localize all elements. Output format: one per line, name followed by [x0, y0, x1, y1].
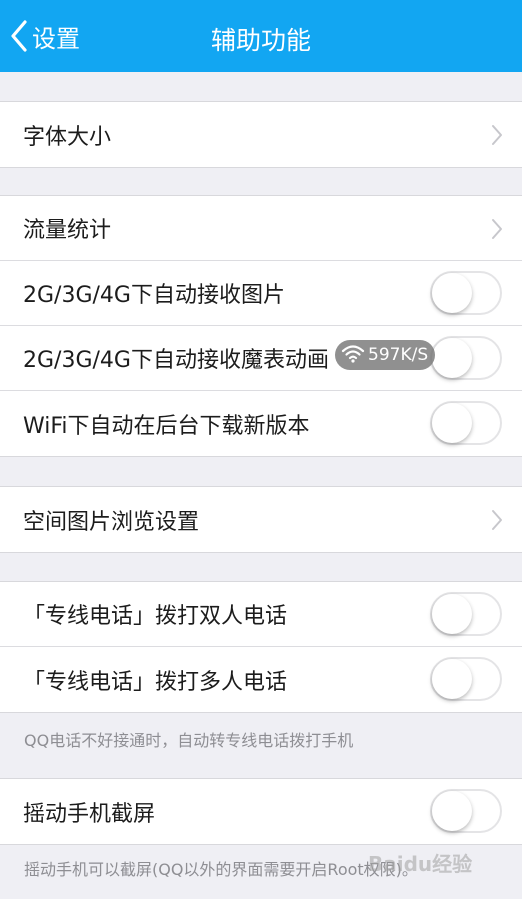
row-multi-person-call: 「专线电话」拨打多人电话 [0, 647, 522, 712]
row-wifi-auto-download: WiFi下自动在后台下载新版本 [0, 391, 522, 456]
row-label: 2G/3G/4G下自动接收图片 [23, 283, 285, 308]
toggle-knob [432, 338, 472, 378]
section-data: 流量统计 2G/3G/4G下自动接收图片 2G/3G/4G下自动接收魔表动画 W… [0, 195, 522, 457]
toggle-knob [432, 403, 472, 443]
row-label: 「专线电话」拨打多人电话 [23, 669, 288, 695]
toggle-wifi-auto-download[interactable] [430, 401, 502, 445]
section-font: 字体大小 [0, 101, 522, 168]
row-two-person-call: 「专线电话」拨打双人电话 [0, 582, 522, 647]
toggle-knob [432, 659, 472, 699]
row-auto-receive-animations: 2G/3G/4G下自动接收魔表动画 [0, 326, 522, 391]
toggle-knob [432, 273, 472, 313]
toggle-knob [432, 594, 472, 634]
section-shake: 摇动手机截屏 [0, 778, 522, 845]
row-label: 摇动手机截屏 [23, 801, 156, 827]
navigation-bar: 设置 辅助功能 [0, 0, 522, 72]
network-speed-value: 597K/S [368, 345, 429, 365]
row-label: 「专线电话」拨打双人电话 [23, 604, 288, 629]
toggle-auto-receive-animations[interactable] [430, 336, 502, 380]
row-label: 空间图片浏览设置 [23, 509, 200, 535]
page-title: 辅助功能 [210, 26, 311, 55]
toggle-auto-receive-images[interactable] [430, 271, 502, 315]
section-calls: 「专线电话」拨打双人电话 「专线电话」拨打多人电话 [0, 581, 522, 713]
network-speed-badge: 597K/S [335, 340, 436, 370]
chevron-right-icon [491, 124, 503, 150]
row-font-size[interactable]: 字体大小 [0, 102, 522, 167]
wifi-icon [341, 343, 368, 368]
row-label: 2G/3G/4G下自动接收魔表动画 [23, 348, 329, 373]
row-label: WiFi下自动在后台下载新版本 [23, 413, 310, 439]
row-shake-screenshot: 摇动手机截屏 [0, 779, 522, 844]
watermark: Baidu经验 [368, 852, 473, 876]
row-label: 流量统计 [23, 218, 112, 243]
row-traffic-stats[interactable]: 流量统计 [0, 196, 522, 261]
shake-note: 摇动手机可以截屏(QQ以外的界面需要开启Root权限)。 [24, 860, 418, 879]
chevron-right-icon [491, 509, 503, 535]
toggle-shake-screenshot[interactable] [430, 789, 502, 833]
row-label: 字体大小 [23, 124, 112, 150]
chevron-right-icon [491, 218, 503, 244]
toggle-knob [432, 791, 472, 831]
calls-note: QQ电话不好接通时，自动转专线电话拨打手机 [24, 731, 354, 750]
toggle-multi-person-call[interactable] [430, 657, 502, 701]
section-space: 空间图片浏览设置 [0, 486, 522, 553]
toggle-two-person-call[interactable] [430, 592, 502, 636]
row-space-image-settings[interactable]: 空间图片浏览设置 [0, 487, 522, 552]
row-auto-receive-images: 2G/3G/4G下自动接收图片 [0, 261, 522, 326]
